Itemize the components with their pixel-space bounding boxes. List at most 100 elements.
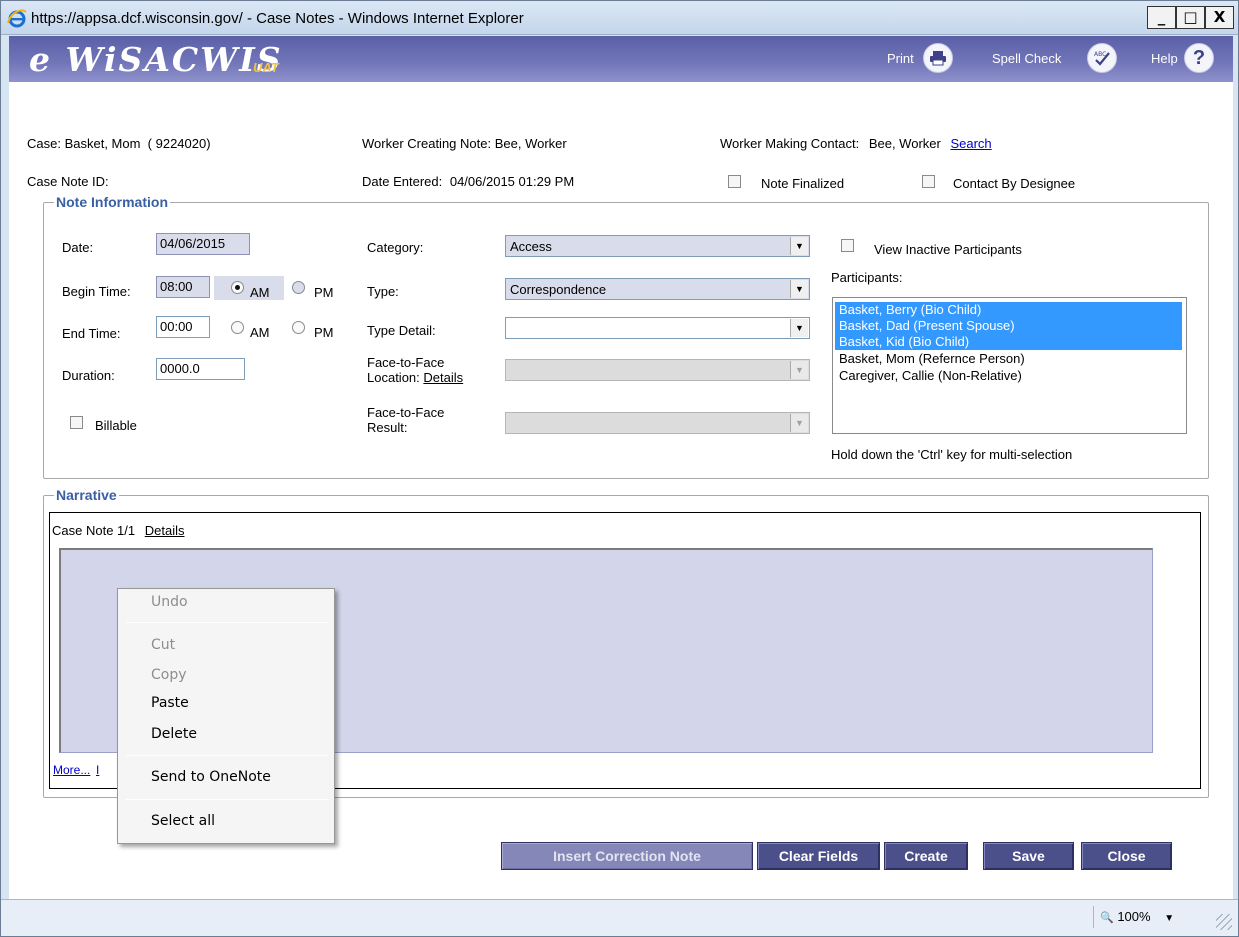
participants-listbox[interactable]: Basket, Berry (Bio Child) Basket, Dad (P… xyxy=(832,297,1187,434)
end-pm-radio[interactable] xyxy=(292,321,305,334)
category-value: Access xyxy=(510,239,552,254)
environment-badge: UAT xyxy=(253,60,279,75)
internet-explorer-icon xyxy=(7,9,27,28)
date-label: Date: xyxy=(62,240,94,255)
type-detail-select[interactable]: ▼ xyxy=(505,317,810,339)
f2f-details-link[interactable]: Details xyxy=(423,370,463,385)
printer-icon[interactable] xyxy=(923,43,953,73)
participant-item[interactable]: Basket, Dad (Present Spouse) xyxy=(835,318,1182,334)
date-entered-value: 04/06/2015 01:29 PM xyxy=(449,174,575,189)
begin-am-radio[interactable] xyxy=(231,281,244,294)
menu-item-paste[interactable]: Paste xyxy=(151,695,189,711)
participants-label: Participants: xyxy=(831,270,903,285)
category-select[interactable]: Access ▼ xyxy=(505,235,810,257)
zoom-icon: 🔍 xyxy=(1100,912,1114,924)
f2f-result-label: Face-to-Face Result: xyxy=(367,405,444,435)
window-title: https://appsa.dcf.wisconsin.gov/ - Case … xyxy=(31,10,524,27)
note-finalized-checkbox[interactable] xyxy=(728,175,741,188)
f2f-location-select: ▼ xyxy=(505,359,810,381)
date-entered-label: Date Entered: xyxy=(362,174,443,189)
end-time-input[interactable]: 00:00 xyxy=(156,316,210,338)
billable-label: Billable xyxy=(95,418,137,433)
end-pm-label: PM xyxy=(314,325,334,340)
spell-check-link[interactable]: Spell Check xyxy=(992,51,1061,66)
status-bar xyxy=(1,899,1238,936)
end-am-radio[interactable] xyxy=(231,321,244,334)
case-note-id-label: Case Note ID: xyxy=(27,174,109,189)
worker-contact-field: Worker Making Contact: Bee, Worker Searc… xyxy=(720,136,992,151)
menu-item-undo: Undo xyxy=(151,594,188,610)
f2f-location-label: Face-to-Face Location: Details xyxy=(367,355,463,385)
chevron-down-icon[interactable]: ▼ xyxy=(790,237,808,255)
context-menu: Undo Cut Copy Paste Delete Send to OneNo… xyxy=(117,588,335,844)
worker-contact-label: Worker Making Contact: xyxy=(720,136,860,151)
menu-separator xyxy=(126,755,328,756)
menu-separator xyxy=(126,622,328,623)
category-label: Category: xyxy=(367,240,424,255)
note-finalized-label: Note Finalized xyxy=(761,176,845,191)
menu-item-copy: Copy xyxy=(151,667,187,683)
f2f-location-label-text: Location: xyxy=(367,370,420,385)
chevron-down-icon: ▼ xyxy=(790,361,808,379)
begin-pm-label: PM xyxy=(314,285,334,300)
begin-time-input[interactable]: 08:00 xyxy=(156,276,210,298)
duration-input[interactable]: 0000.0 xyxy=(156,358,245,380)
f2f-result-label-line1: Face-to-Face xyxy=(367,405,445,420)
menu-item-send-to-onenote[interactable]: Send to OneNote xyxy=(151,769,271,785)
case-field: Case: Basket, Mom ( 9224020) xyxy=(27,136,211,151)
close-button[interactable]: Close xyxy=(1081,842,1172,870)
menu-item-delete[interactable]: Delete xyxy=(151,726,197,742)
save-button[interactable]: Save xyxy=(983,842,1074,870)
case-note-header: Case Note 1/1 Details xyxy=(52,523,184,538)
chevron-down-icon[interactable]: ▼ xyxy=(1164,913,1174,924)
chevron-down-icon[interactable]: ▼ xyxy=(790,280,808,298)
type-label: Type: xyxy=(367,284,399,299)
billable-checkbox[interactable] xyxy=(70,416,83,429)
resize-grip-icon[interactable] xyxy=(1216,914,1232,930)
search-link[interactable]: Search xyxy=(950,136,991,151)
more-link-tail[interactable]: I xyxy=(96,763,99,777)
more-link[interactable]: More... xyxy=(53,763,90,777)
menu-separator xyxy=(126,799,328,800)
narrative-details-link[interactable]: Details xyxy=(145,523,185,538)
help-link[interactable]: Help xyxy=(1151,51,1178,66)
duration-label: Duration: xyxy=(62,368,115,383)
begin-am-label: AM xyxy=(250,285,270,300)
title-bar: https://appsa.dcf.wisconsin.gov/ - Case … xyxy=(1,1,1238,35)
contact-by-designee-checkbox[interactable] xyxy=(922,175,935,188)
close-window-button[interactable]: X xyxy=(1205,6,1234,29)
type-detail-label: Type Detail: xyxy=(367,323,436,338)
participant-item[interactable]: Basket, Kid (Bio Child) xyxy=(835,334,1182,350)
end-am-label: AM xyxy=(250,325,270,340)
begin-pm-radio[interactable] xyxy=(292,281,305,294)
narrative-legend: Narrative xyxy=(56,487,117,503)
begin-time-label: Begin Time: xyxy=(62,284,131,299)
date-entered-field: Date Entered: 04/06/2015 01:29 PM xyxy=(362,174,574,189)
chevron-down-icon: ▼ xyxy=(790,414,808,432)
help-icon[interactable]: ? xyxy=(1184,43,1214,73)
print-link[interactable]: Print xyxy=(887,51,914,66)
worker-creating-value: Bee, Worker xyxy=(494,136,567,151)
date-input[interactable]: 04/06/2015 xyxy=(156,233,250,255)
create-button[interactable]: Create xyxy=(884,842,968,870)
participant-item[interactable]: Basket, Mom (Refernce Person) xyxy=(835,351,1182,367)
case-value: Basket, Mom ( 9224020) xyxy=(64,136,211,151)
maximize-button[interactable]: □ xyxy=(1176,6,1205,29)
chevron-down-icon[interactable]: ▼ xyxy=(790,319,808,337)
minimize-button[interactable]: _ xyxy=(1147,6,1176,29)
view-inactive-checkbox[interactable] xyxy=(841,239,854,252)
clear-fields-button[interactable]: Clear Fields xyxy=(757,842,880,870)
menu-item-select-all[interactable]: Select all xyxy=(151,813,215,829)
zoom-control[interactable]: 🔍 100% ▼ xyxy=(1093,906,1211,928)
zoom-level: 100% xyxy=(1117,909,1151,924)
app-logo: e WiSACWIS xyxy=(29,40,283,79)
more-links: More... I xyxy=(53,762,99,777)
worker-contact-value: Bee, Worker xyxy=(868,136,941,151)
ctrl-hint: Hold down the 'Ctrl' key for multi-selec… xyxy=(831,447,1073,462)
participant-item[interactable]: Basket, Berry (Bio Child) xyxy=(835,302,1182,318)
spell-check-icon[interactable]: ABC xyxy=(1087,43,1117,73)
participant-item[interactable]: Caregiver, Callie (Non-Relative) xyxy=(835,368,1182,384)
menu-item-cut: Cut xyxy=(151,637,176,653)
note-information-legend: Note Information xyxy=(56,194,168,210)
type-select[interactable]: Correspondence ▼ xyxy=(505,278,810,300)
